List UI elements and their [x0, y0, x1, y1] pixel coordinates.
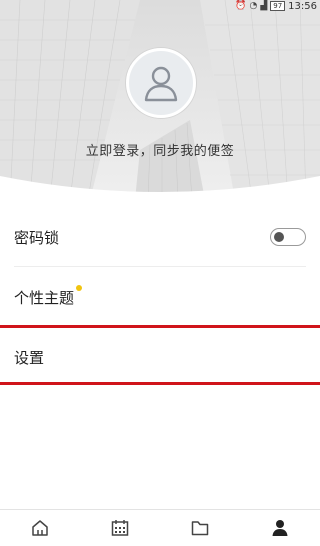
theme-label: 个性主题	[14, 288, 75, 307]
divider	[14, 266, 306, 267]
user-icon	[144, 66, 178, 102]
menu-item-theme[interactable]: 个性主题	[0, 268, 320, 326]
menu-item-settings[interactable]: 设置	[0, 328, 320, 386]
status-time: 13:56	[288, 0, 317, 12]
menu-item-password-lock: 密码锁	[0, 208, 320, 266]
nav-home[interactable]	[20, 513, 60, 543]
home-icon	[32, 520, 48, 536]
avatar[interactable]	[126, 48, 196, 118]
new-badge-dot	[76, 285, 83, 291]
alarm-icon: ⏰	[235, 1, 247, 11]
toggle-knob	[274, 232, 284, 242]
highlight-line-bottom	[0, 382, 320, 385]
login-prompt[interactable]: 立即登录，同步我的便签	[0, 140, 320, 159]
status-bar: ⏰ ◔ ▟ 97 13:56	[0, 0, 320, 12]
password-lock-toggle[interactable]	[270, 228, 306, 246]
nav-calendar[interactable]	[100, 513, 140, 543]
settings-label: 设置	[14, 348, 45, 367]
folder-icon	[191, 521, 209, 536]
password-lock-label: 密码锁	[14, 228, 60, 247]
calendar-icon	[111, 520, 129, 536]
battery-icon: 97	[270, 1, 286, 11]
nav-folder[interactable]	[180, 513, 220, 543]
clock-icon: ◔	[249, 1, 258, 11]
nav-profile[interactable]	[260, 513, 300, 543]
bottom-nav	[0, 509, 320, 546]
signal-icon: ▟	[260, 1, 268, 11]
person-icon	[272, 520, 288, 536]
profile-header: ⏰ ◔ ▟ 97 13:56 立即登录，同步我的便签	[0, 0, 320, 200]
